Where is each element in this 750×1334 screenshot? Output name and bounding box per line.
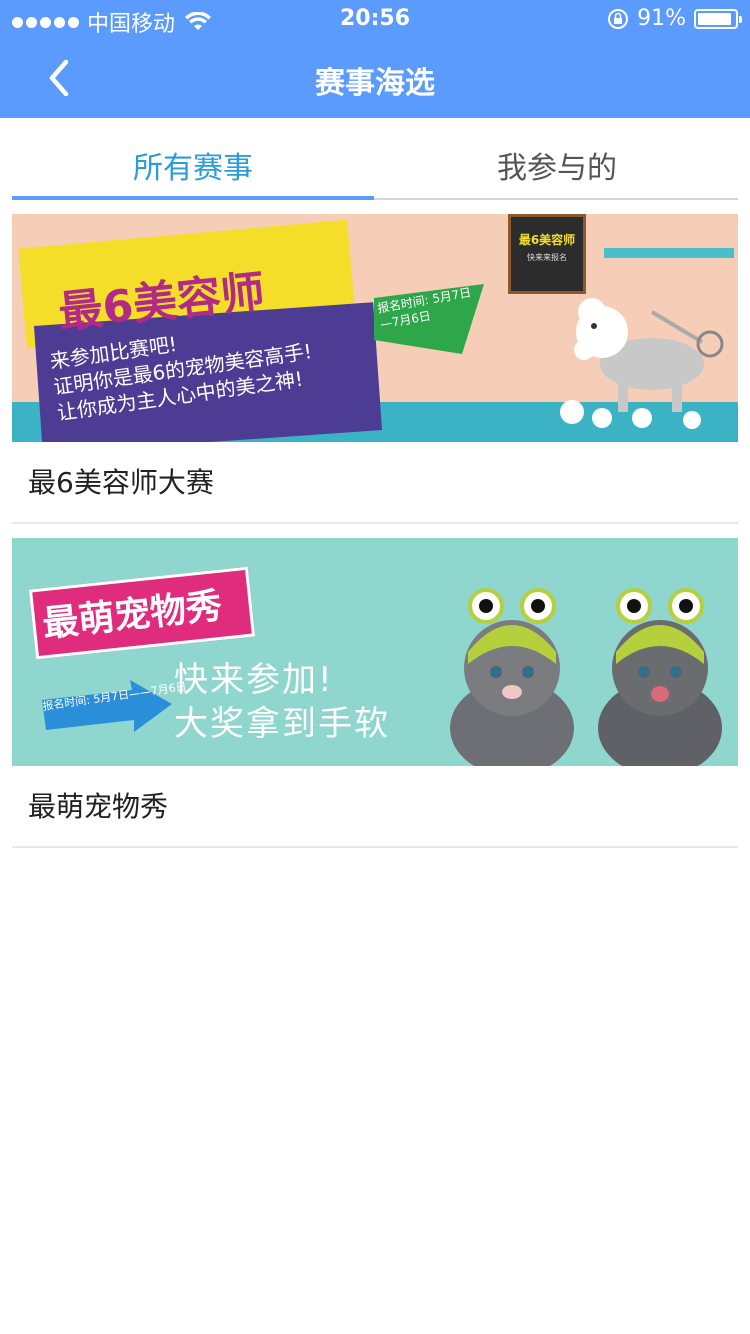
chalkboard-sub: 快来来报名 (527, 253, 567, 262)
contest-title[interactable]: 最6美容师大赛 (12, 442, 738, 524)
page-title: 赛事海选 (315, 66, 435, 101)
status-bar: 中国移动 20:56 91% (0, 0, 750, 40)
contest-card[interactable]: 最6美容师 来参加比赛吧! 证明你是最6的宠物美容高手! 让你成为主人心中的美之… (12, 214, 738, 524)
tab-my-contests[interactable]: 我参与的 (376, 138, 738, 200)
contest-banner-cute-pets[interactable]: 最萌宠物秀 报名时间: 5月7日——7月6日 快来参加! 大奖拿到手软 (12, 538, 738, 766)
chalkboard-title: 最6美容师 (518, 233, 576, 247)
battery-percent: 91% (637, 6, 686, 31)
rotation-lock-icon (608, 8, 629, 29)
tab-active-indicator (12, 196, 374, 200)
slogan-line: 快来参加! (174, 660, 334, 700)
kittens-illustration (450, 588, 722, 766)
status-right: 91% (607, 6, 742, 31)
nav-bar: 赛事海选 (0, 40, 750, 118)
tab-bar: 所有赛事 我参与的 (12, 138, 738, 200)
battery-icon (694, 8, 742, 29)
banner-slogan: 快来参加! 大奖拿到手软 (174, 658, 390, 746)
contest-card[interactable]: 最萌宠物秀 报名时间: 5月7日——7月6日 快来参加! 大奖拿到手软 最萌宠物… (12, 538, 738, 848)
contest-title[interactable]: 最萌宠物秀 (12, 766, 738, 848)
poodle-illustration (560, 298, 724, 429)
banner-shelf (604, 248, 734, 258)
slogan-line: 大奖拿到手软 (174, 704, 390, 744)
tab-all-contests[interactable]: 所有赛事 (12, 138, 374, 200)
contest-banner-groomer[interactable]: 最6美容师 来参加比赛吧! 证明你是最6的宠物美容高手! 让你成为主人心中的美之… (12, 214, 738, 442)
app-header: 中国移动 20:56 91% 赛事海选 (0, 0, 750, 118)
